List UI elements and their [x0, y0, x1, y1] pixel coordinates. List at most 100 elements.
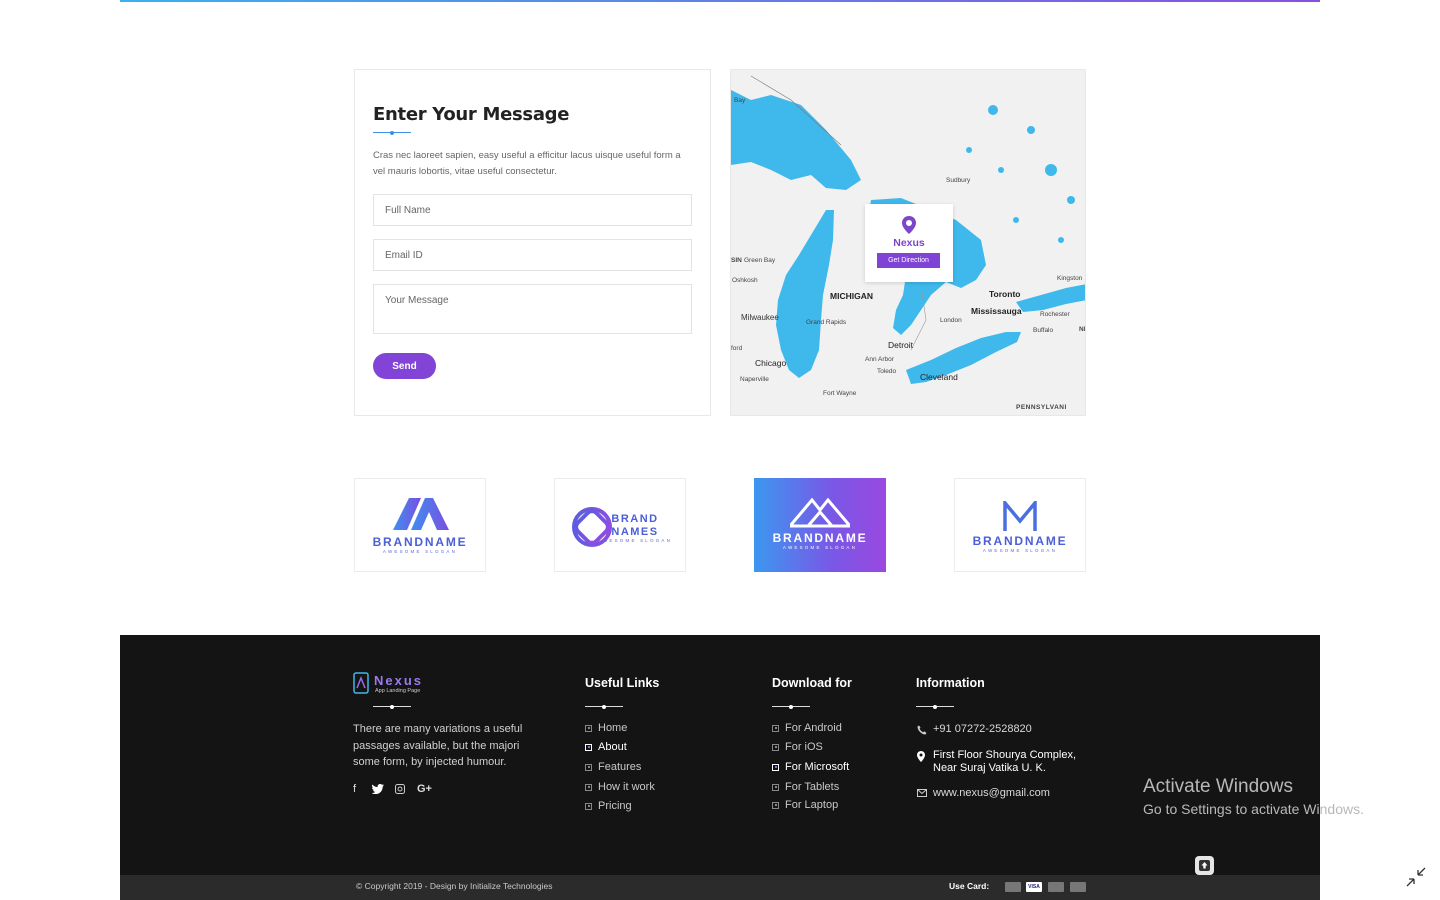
brand-4-name: BRANDNAME [972, 534, 1068, 548]
brand-logo-1[interactable]: BRANDNAME AWESOME SLOGAN [354, 478, 486, 572]
download-microsoft[interactable]: For Microsoft [772, 761, 849, 773]
twitter-icon[interactable] [372, 784, 384, 794]
info-phone: +91 07272-2528820 [933, 723, 1032, 735]
download-ios[interactable]: For iOS [772, 741, 823, 753]
map-pin-icon [917, 751, 925, 762]
download-for-title: Download for [772, 676, 852, 690]
brand-2-name: BRAND [611, 513, 659, 525]
mail-icon [917, 789, 927, 797]
download-tablets[interactable]: For Tablets [772, 781, 839, 793]
bullet-icon [585, 743, 592, 751]
bullet-icon [772, 763, 779, 771]
footer-link-home[interactable]: Home [585, 722, 627, 734]
information-title: Information [916, 676, 985, 690]
contact-title: Enter Your Message [373, 104, 570, 125]
footer-link-label: How it work [598, 781, 655, 793]
message-textarea[interactable] [374, 285, 691, 333]
info-address-line1: First Floor Shourya Complex, [933, 749, 1077, 761]
map-label-green-bay: Green Bay [744, 257, 776, 264]
lake-ontario-shape [1016, 284, 1085, 312]
brand-3-name: BRANDNAME [772, 531, 868, 545]
footer-link-how-it-work[interactable]: How it work [585, 781, 655, 793]
nexus-logo-icon[interactable] [353, 672, 369, 694]
brand-2-slogan: AWESOME SLOGAN [597, 538, 673, 543]
brand-1-name: BRANDNAME [372, 535, 468, 549]
payment-card-icon-4 [1070, 882, 1086, 892]
map-label-ford: ford [731, 345, 743, 352]
instagram-icon[interactable] [395, 784, 405, 794]
payment-card-icon-3 [1048, 882, 1064, 892]
collapse-icon[interactable] [1405, 866, 1427, 888]
payment-card-icon-1 [1005, 882, 1021, 892]
activate-windows-title: Activate Windows [1143, 776, 1293, 797]
map-label-naperville: Naperville [740, 376, 769, 383]
full-name-field[interactable] [373, 194, 692, 226]
contact-description: Cras nec laoreet sapien, easy useful a e… [373, 150, 681, 177]
get-direction-button[interactable]: Get Direction [877, 253, 940, 268]
facebook-icon[interactable]: f [353, 783, 356, 795]
bullet-icon [585, 724, 592, 732]
footer-about-text: There are many variations a useful passa… [353, 723, 523, 768]
map[interactable]: Bay Sudbury Green Bay SIN Oshkosh MICHIG… [730, 69, 1086, 416]
email-field[interactable] [373, 239, 692, 271]
map-label-michigan: MICHIGAN [830, 291, 873, 301]
map-label-rochester: Rochester [1040, 311, 1070, 318]
useful-links-title: Useful Links [585, 676, 660, 690]
footer-bottom-bar [120, 875, 1320, 900]
google-plus-icon[interactable]: G+ [417, 783, 432, 795]
activate-windows-subtitle: Go to Settings to activate Windows. [1143, 801, 1364, 817]
download-laptop[interactable]: For Laptop [772, 799, 838, 811]
map-label-kingston: Kingston [1057, 275, 1083, 282]
footer [120, 635, 1320, 900]
map-label-london: London [940, 317, 962, 324]
map-label-ann-arbor: Ann Arbor [865, 356, 894, 363]
footer-link-label: Home [598, 722, 628, 734]
contact-form-card: Enter Your Message Cras nec laoreet sapi… [354, 69, 711, 416]
footer-link-label: Features [598, 761, 642, 773]
download-label: For iOS [785, 741, 823, 753]
send-button[interactable]: Send [373, 353, 436, 379]
copyright-text: © Copyright 2019 - Design by Initialize … [356, 881, 553, 891]
email-input[interactable] [374, 240, 691, 270]
map-label-detroit: Detroit [888, 340, 914, 350]
message-field[interactable] [373, 284, 692, 334]
footer-link-features[interactable]: Features [585, 761, 641, 773]
brand-4-slogan: AWESOME SLOGAN [982, 548, 1058, 553]
download-android[interactable]: For Android [772, 722, 842, 734]
map-label-chicago: Chicago [755, 358, 787, 368]
title-underline [373, 130, 411, 135]
lake-superior-shape [731, 90, 861, 190]
full-name-input[interactable] [374, 195, 691, 225]
footer-link-about[interactable]: About [585, 741, 627, 753]
map-label-ni: NI [1079, 326, 1086, 333]
map-label-bay: Bay [734, 97, 746, 104]
map-label-toledo: Toledo [877, 368, 897, 375]
brand-1-slogan: AWESOME SLOGAN [382, 549, 458, 554]
footer-logo-name: Nexus [374, 673, 424, 688]
download-label: For Android [785, 722, 842, 734]
map-popup-name: Nexus [893, 237, 925, 249]
brand-logo-2[interactable]: BRAND NAMES AWESOME SLOGAN [554, 478, 686, 572]
useful-links-underline [585, 704, 623, 709]
map-label-oshkosh: Oshkosh [732, 277, 758, 284]
download-label: For Microsoft [785, 761, 850, 773]
bullet-icon [585, 763, 592, 771]
bullet-icon [585, 802, 592, 810]
use-card-label: Use Card: [949, 881, 990, 891]
map-label-grand-rapids: Grand Rapids [806, 319, 847, 326]
map-label-toronto: Toronto [989, 289, 1021, 299]
location-pin-icon [902, 216, 916, 234]
top-gradient-line [120, 0, 1320, 2]
map-label-sin: SIN [731, 257, 742, 264]
download-label: For Laptop [785, 799, 839, 811]
bullet-icon [772, 724, 779, 732]
brand-logo-3[interactable]: BRANDNAME AWESOME SLOGAN [754, 478, 886, 572]
footer-link-label: Pricing [598, 800, 632, 812]
scroll-to-top-button[interactable] [1195, 856, 1214, 875]
info-website[interactable]: www.nexus@gmail.com [933, 786, 1050, 800]
map-label-pennsylvania: PENNSYLVANI [1016, 404, 1067, 411]
visa-card-icon: VISA [1026, 882, 1042, 892]
arrow-up-icon [1199, 860, 1210, 871]
footer-link-pricing[interactable]: Pricing [585, 800, 632, 812]
brand-logo-4[interactable]: BRANDNAME AWESOME SLOGAN [954, 478, 1086, 572]
